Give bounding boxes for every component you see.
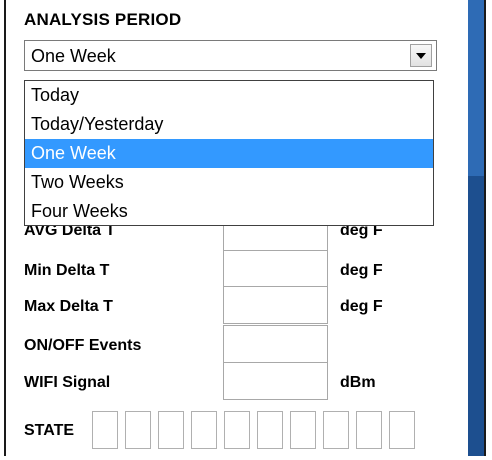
state-box xyxy=(92,411,118,449)
option-one-week[interactable]: One Week xyxy=(25,139,433,168)
analysis-period-heading: ANALYSIS PERIOD xyxy=(24,10,182,29)
wifi-signal-field[interactable] xyxy=(223,362,328,400)
state-box xyxy=(323,411,349,449)
metric-unit-min-delta-t: deg F xyxy=(340,262,383,279)
metric-unit-wifi-signal: dBm xyxy=(340,374,376,391)
option-today[interactable]: Today xyxy=(25,81,433,110)
metric-label-wifi-signal: WIFI Signal xyxy=(24,374,111,391)
state-label: STATE xyxy=(24,422,75,439)
metric-unit-max-delta-t: deg F xyxy=(340,298,383,315)
scrollbar-thumb[interactable] xyxy=(468,0,484,176)
dropdown-button[interactable] xyxy=(410,44,432,67)
metric-label-max-delta-t: Max Delta T xyxy=(24,298,113,315)
metric-label-on-off-events: ON/OFF Events xyxy=(24,337,142,354)
state-box xyxy=(389,411,415,449)
on-off-events-field[interactable] xyxy=(223,325,328,363)
state-box xyxy=(257,411,283,449)
min-delta-t-field[interactable] xyxy=(223,250,328,288)
chevron-down-icon xyxy=(416,52,426,59)
option-two-weeks[interactable]: Two Weeks xyxy=(25,168,433,197)
option-today-yesterday[interactable]: Today/Yesterday xyxy=(25,110,433,139)
option-four-weeks[interactable]: Four Weeks xyxy=(25,197,433,226)
state-box xyxy=(224,411,250,449)
analysis-period-select[interactable]: One Week xyxy=(24,40,437,71)
metric-label-min-delta-t: Min Delta T xyxy=(24,262,110,279)
analysis-period-selected-value: One Week xyxy=(31,46,116,66)
state-box xyxy=(290,411,316,449)
analysis-period-dropdown-list: Today Today/Yesterday One Week Two Weeks… xyxy=(24,80,434,226)
state-box xyxy=(191,411,217,449)
state-box xyxy=(356,411,382,449)
state-box xyxy=(158,411,184,449)
state-box xyxy=(125,411,151,449)
max-delta-t-field[interactable] xyxy=(223,286,328,324)
